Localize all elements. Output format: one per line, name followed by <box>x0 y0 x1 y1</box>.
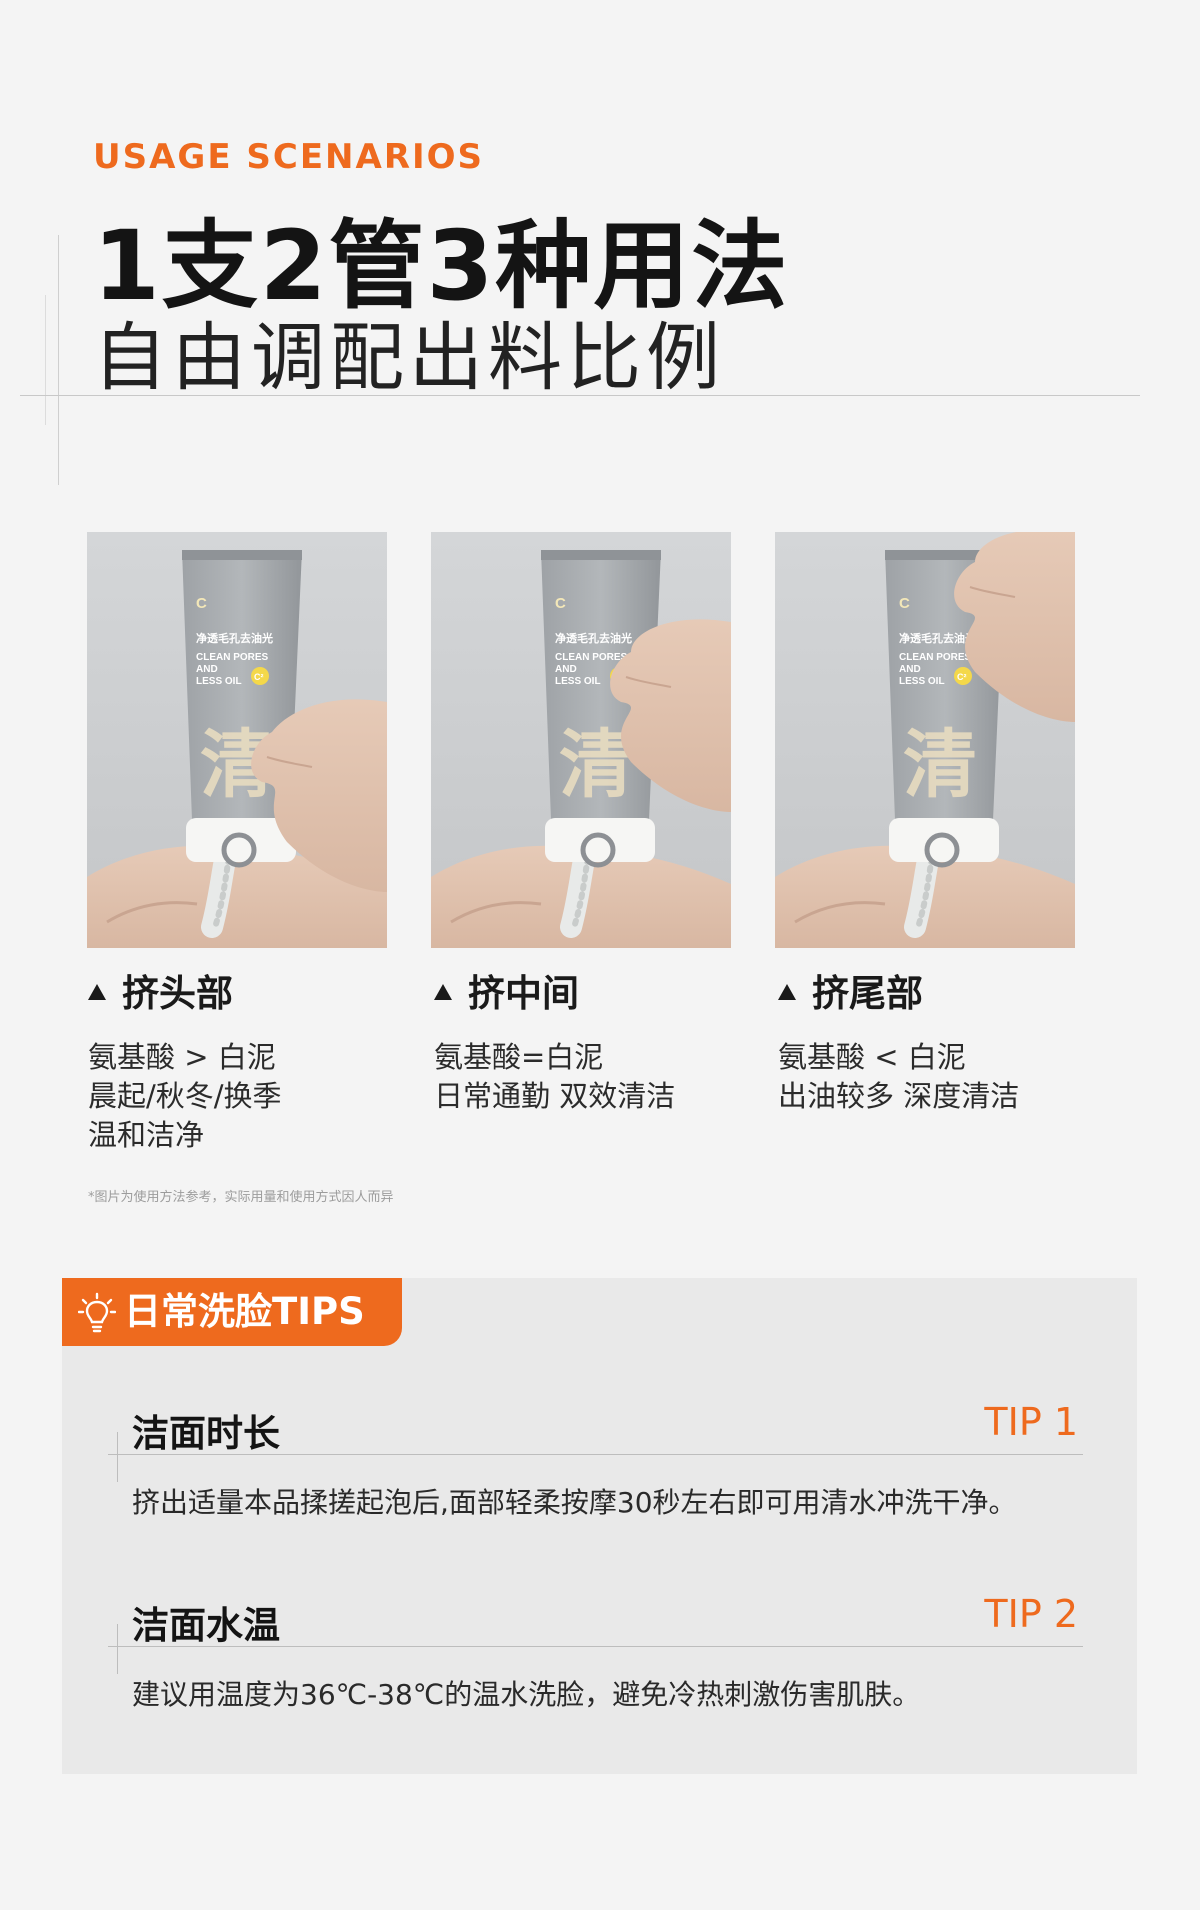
usage-desc-line: 温和洁净 <box>88 1118 205 1152</box>
disclaimer-note: *图片为使用方法参考，实际用量和使用方式因人而异 <box>88 1190 394 1205</box>
tip-heading: 洁面时长 <box>132 1412 280 1455</box>
tip-divider-tick <box>117 1432 118 1482</box>
usage-photo-tail: C 净透毛孔去油光 CLEAN PORES AND LESS OIL C² 清 <box>775 532 1075 948</box>
usage-photo-middle: C 净透毛孔去油光 CLEAN PORES AND LESS OIL C² 清 <box>431 532 731 948</box>
svg-text:LESS OIL: LESS OIL <box>555 676 601 687</box>
tip-number: TIP 1 <box>984 1400 1078 1444</box>
usage-title-tail: 挤尾部 <box>778 963 923 1017</box>
section-kicker: USAGE SCENARIOS <box>93 137 485 177</box>
tip-divider <box>108 1454 1083 1455</box>
decor-vertical-line <box>58 235 59 485</box>
svg-text:CLEAN PORES: CLEAN PORES <box>196 652 269 663</box>
tip-body: 建议用温度为36℃-38℃的温水洗脸，避免冷热刺激伤害肌肤。 <box>132 1678 921 1711</box>
svg-text:AND: AND <box>899 664 921 675</box>
svg-text:C²: C² <box>957 672 967 682</box>
svg-text:C²: C² <box>254 672 264 682</box>
tips-tab: 日常洗脸TIPS <box>62 1278 402 1346</box>
usage-desc-line: 晨起/秋冬/换季 <box>88 1079 282 1113</box>
svg-text:净透毛孔去油光: 净透毛孔去油光 <box>196 631 273 645</box>
usage-desc-line: 氨基酸 < 白泥 <box>778 1040 966 1074</box>
svg-text:AND: AND <box>196 664 218 675</box>
svg-text:清: 清 <box>903 722 977 808</box>
usage-desc-line: 出油较多 深度清洁 <box>778 1079 1020 1113</box>
header-divider <box>20 395 1140 396</box>
svg-text:C: C <box>899 595 910 612</box>
usage-desc-line: 氨基酸 > 白泥 <box>88 1040 276 1074</box>
usage-desc-line: 日常通勤 双效清洁 <box>434 1079 676 1113</box>
product-tube-illustration: C 净透毛孔去油光 CLEAN PORES AND LESS OIL C² 清 <box>775 532 1075 948</box>
usage-desc-line: 氨基酸=白泥 <box>434 1040 604 1074</box>
svg-text:CLEAN PORES: CLEAN PORES <box>899 652 972 663</box>
tip-number: TIP 2 <box>984 1592 1078 1636</box>
tip-divider-tick <box>117 1624 118 1674</box>
tip-divider <box>108 1646 1083 1647</box>
svg-text:LESS OIL: LESS OIL <box>899 676 945 687</box>
product-tube-illustration: C 净透毛孔去油光 CLEAN PORES AND LESS OIL C² 清 <box>431 550 731 948</box>
triangle-up-icon <box>88 983 106 1000</box>
tip-body: 挤出适量本品揉搓起泡后,面部轻柔按摩30秒左右即可用清水冲洗干净。 <box>132 1486 1017 1519</box>
svg-text:AND: AND <box>555 664 577 675</box>
product-tube-illustration: C 净透毛孔去油光 CLEAN PORES AND LESS OIL C² 清 <box>87 550 387 948</box>
tips-tab-label: 日常洗脸TIPS <box>124 1290 365 1333</box>
svg-text:LESS OIL: LESS OIL <box>196 676 242 687</box>
usage-title-middle: 挤中间 <box>434 963 579 1017</box>
svg-text:CLEAN PORES: CLEAN PORES <box>555 652 628 663</box>
tip-heading: 洁面水温 <box>132 1604 280 1647</box>
usage-desc-head: 氨基酸 > 白泥 晨起/秋冬/换季 温和洁净 <box>88 1038 282 1155</box>
svg-text:C: C <box>196 595 207 612</box>
page-subtitle: 自由调配出料比例 <box>93 315 725 401</box>
usage-title-head: 挤头部 <box>88 963 233 1017</box>
usage-desc-middle: 氨基酸=白泥 日常通勤 双效清洁 <box>434 1038 675 1116</box>
decor-vertical-line <box>45 295 46 425</box>
svg-text:净透毛孔去油光: 净透毛孔去油光 <box>899 631 976 645</box>
svg-text:净透毛孔去油光: 净透毛孔去油光 <box>555 631 632 645</box>
lightbulb-icon <box>77 1290 117 1358</box>
usage-desc-tail: 氨基酸 < 白泥 出油较多 深度清洁 <box>778 1038 1019 1116</box>
svg-text:C: C <box>555 595 566 612</box>
usage-photo-head: C 净透毛孔去油光 CLEAN PORES AND LESS OIL C² 清 <box>87 532 387 948</box>
triangle-up-icon <box>778 983 796 1000</box>
triangle-up-icon <box>434 983 452 1000</box>
